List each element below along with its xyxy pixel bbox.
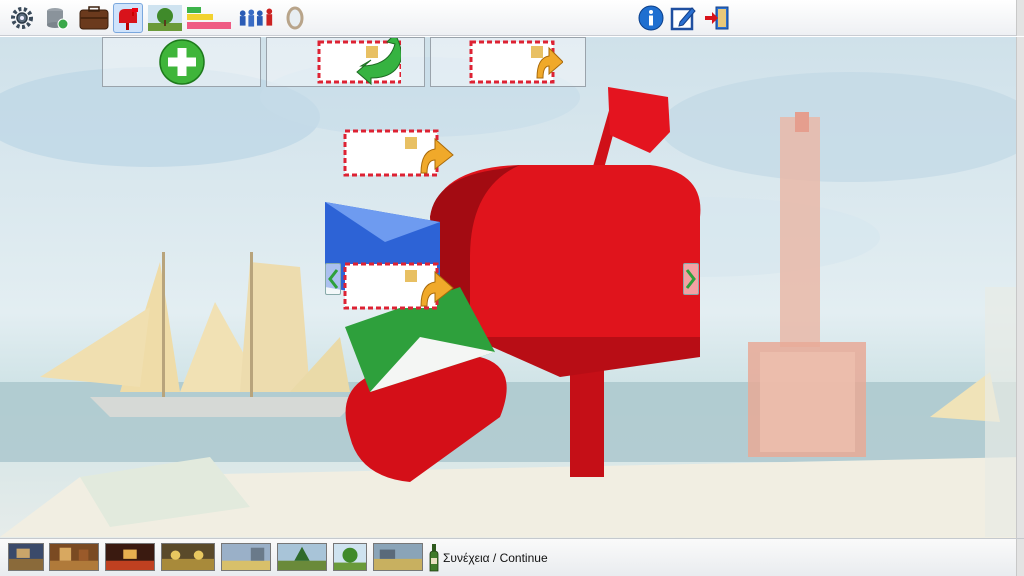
room-scene-1-thumbnail[interactable]: [8, 543, 44, 571]
room-scene-3: [106, 544, 154, 570]
park-scene-thumbnail[interactable]: [277, 543, 327, 571]
room-scene-1: [9, 544, 43, 570]
park-scene: [278, 544, 326, 570]
street-scene: [222, 544, 270, 570]
forward-envelope-icon: [469, 40, 563, 84]
next-arrow-button[interactable]: [683, 263, 699, 295]
suitcase-icon: [79, 6, 109, 30]
edit-icon: [670, 7, 696, 31]
mirror-button[interactable]: [280, 3, 310, 33]
exit-icon: [705, 6, 729, 30]
new-message-button[interactable]: [102, 37, 261, 87]
chevron-right-icon: [685, 269, 696, 289]
top-toolbar: [0, 0, 1024, 36]
mailbox-scene: [0, 37, 1024, 538]
yard-scene: [374, 544, 422, 570]
plus-icon: [158, 39, 205, 85]
previous-arrow-button[interactable]: [325, 263, 341, 295]
statistics-button[interactable]: [186, 3, 232, 33]
floating-envelope[interactable]: [343, 129, 458, 177]
mirror-icon: [286, 6, 304, 30]
bar-chart-icon: [187, 7, 231, 29]
info-icon: [638, 5, 664, 31]
tree-scene: [334, 544, 366, 570]
people-button[interactable]: [236, 3, 276, 33]
yard-scene-thumbnail[interactable]: [373, 543, 423, 571]
people-icon: [239, 8, 273, 27]
forward-button[interactable]: [430, 37, 586, 87]
room-scene-2-thumbnail[interactable]: [49, 543, 99, 571]
tree-scene-thumbnail[interactable]: [333, 543, 367, 571]
street-scene-thumbnail[interactable]: [221, 543, 271, 571]
bottom-toolbar: Συνέχεια / Continue: [0, 538, 1024, 576]
settings-icon: [11, 7, 33, 29]
bottle-icon[interactable]: [428, 544, 440, 572]
exit-button[interactable]: [702, 3, 732, 33]
room-scene-4: [162, 544, 214, 570]
chevron-left-icon: [328, 269, 339, 289]
room-scene-4-thumbnail[interactable]: [161, 543, 215, 571]
suitcase-button[interactable]: [77, 3, 111, 33]
database-icon: [47, 8, 69, 30]
room-scene-3-thumbnail[interactable]: [105, 543, 155, 571]
selected-envelope[interactable]: [343, 262, 458, 310]
tree-icon: [148, 5, 182, 31]
database-button[interactable]: [42, 3, 72, 33]
edit-button[interactable]: [668, 3, 698, 33]
mailbox-button[interactable]: [113, 3, 143, 33]
room-scene-2: [50, 544, 98, 570]
continue-link[interactable]: Συνέχεια / Continue: [443, 551, 548, 565]
mailbox-icon: [119, 8, 138, 30]
settings-button[interactable]: [7, 3, 37, 33]
scrollbar-top[interactable]: [1016, 0, 1024, 36]
tree-button[interactable]: [147, 3, 183, 33]
scrollbar-bottom[interactable]: [1016, 539, 1024, 576]
scrollbar-right[interactable]: [1016, 37, 1024, 538]
reply-envelope-icon: [317, 38, 401, 86]
info-button[interactable]: [636, 3, 666, 33]
reply-button[interactable]: [266, 37, 425, 87]
